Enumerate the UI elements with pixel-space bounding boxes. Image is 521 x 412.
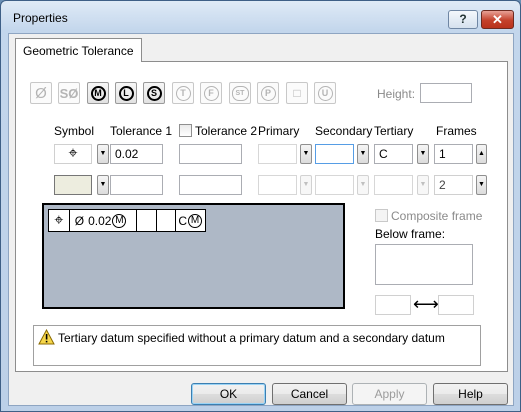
rfs-icon: S [146,85,162,101]
preview-tertiary-mmc-icon: M [188,213,203,228]
tolerance2-checkbox[interactable] [179,124,192,137]
preview-tolerance-value: 0.02 [88,213,112,228]
frames-header: Frames [436,124,477,138]
height-label: Height: [377,87,416,101]
preview-tolerance: Ø 0.02 M [70,210,137,231]
close-button[interactable]: ✕ [481,10,514,29]
cancel-button[interactable]: Cancel [272,383,347,405]
feature-control-frame: ⌖ Ø 0.02 M C M [48,209,206,232]
tertiary-dropdown-row2[interactable]: ▼ [417,175,429,195]
primary-input-row2[interactable] [258,175,297,195]
tertiary-header: Tertiary [374,124,414,138]
position-icon: ⌖ [68,145,78,162]
tolerance1-input-row1[interactable]: 0.02 [110,144,163,164]
lmc-icon: L [118,85,134,101]
tertiary-input-row2[interactable] [374,175,413,195]
secondary-input-row1[interactable] [315,144,354,164]
frames-spin-up-row1[interactable]: ▲ [476,144,487,164]
symbol-header: Symbol [54,124,95,138]
tertiary-input-row1[interactable]: C [374,144,413,164]
preview-secondary [157,210,177,231]
below-frame-label: Below frame: [375,227,446,241]
symbol-dropdown-row1[interactable]: ▼ [97,144,109,164]
composite-frame-checkbox[interactable] [375,209,388,222]
spherical-diameter-button[interactable]: SØ [58,82,80,104]
dialog-body: Geometric Tolerance Ø SØ M L S T F ST P … [8,33,514,406]
frames-input-row1[interactable]: 1 [434,144,473,164]
below-frame-right-field[interactable] [438,295,474,315]
primary-dropdown-row1[interactable]: ▼ [300,144,312,164]
window-title: Properties [13,11,68,25]
preview-symbol: ⌖ [49,210,70,231]
mmc-button[interactable]: M [87,82,109,104]
preview-tertiary: C M [176,210,205,231]
properties-window: Properties ? ✕ Geometric Tolerance Ø SØ … [0,0,521,412]
rfs-button[interactable]: S [143,82,165,104]
primary-header: Primary [258,124,300,138]
projected-icon: P [260,85,276,101]
frames-dropdown-row2[interactable]: ▼ [476,175,487,195]
tolerance2-header: Tolerance 2 [195,124,258,138]
height-input[interactable] [420,83,472,103]
tangent-plane-button[interactable]: T [172,82,194,104]
unilateral-button[interactable]: U [314,82,336,104]
secondary-dropdown-row2[interactable]: ▼ [357,175,369,195]
apply-button[interactable]: Apply [352,383,427,405]
spherical-diameter-icon: SØ [59,85,79,101]
tolerance2-input-row2[interactable] [179,175,242,195]
title-bar[interactable]: Properties ? ✕ [1,1,520,33]
tolerance1-input-row2[interactable] [110,175,163,195]
ok-button[interactable]: OK [191,383,266,405]
mmc-icon: M [90,85,106,101]
warning-icon [38,329,55,345]
lmc-button[interactable]: L [115,82,137,104]
preview-mmc-icon: M [112,213,127,228]
free-state-button[interactable]: F [200,82,222,104]
below-frame-left-field[interactable] [375,295,411,315]
statistical-icon: ST [231,85,249,101]
below-frame-box[interactable] [375,244,473,285]
primary-input-row1[interactable] [258,144,297,164]
projected-button[interactable]: P [257,82,279,104]
frames-input-row2[interactable]: 2 [434,175,473,195]
primary-dropdown-row2[interactable]: ▼ [300,175,312,195]
preview-tertiary-value: C [178,213,188,228]
diameter-button[interactable]: Ø [30,82,52,104]
tangent-plane-icon: T [175,85,191,101]
secondary-input-row2[interactable] [315,175,354,195]
secondary-header: Secondary [315,124,373,138]
unilateral-icon: U [317,85,333,101]
message-box: Tertiary datum specified without a prima… [33,325,481,366]
frame-preview: ⌖ Ø 0.02 M C M [42,203,345,309]
preview-diameter: Ø [74,213,85,228]
tab-geometric-tolerance[interactable]: Geometric Tolerance [15,38,142,62]
tertiary-dropdown-row1[interactable]: ▼ [417,144,429,164]
double-arrow-icon: ⟷ [413,294,439,314]
tolerance2-input-row1[interactable] [179,144,242,164]
position-icon: ⌖ [54,211,64,229]
free-state-icon: F [203,85,219,101]
secondary-dropdown-row1[interactable]: ▼ [357,144,369,164]
tolerance1-header: Tolerance 1 [110,124,173,138]
tab-panel: Ø SØ M L S T F ST P □ U Height: Symbol T… [15,61,508,372]
statistical-button[interactable]: ST [229,82,251,104]
square-button[interactable]: □ [286,82,308,104]
symbol-select-row2[interactable] [54,175,92,195]
preview-primary [137,210,157,231]
composite-frame-label: Composite frame [391,209,483,223]
symbol-dropdown-row2[interactable]: ▼ [97,175,109,195]
help-title-button[interactable]: ? [448,10,478,29]
message-text: Tertiary datum specified without a prima… [58,331,445,345]
diameter-icon: Ø [35,84,47,102]
help-button[interactable]: Help [433,383,508,405]
square-icon: □ [293,86,301,100]
symbol-select-row1[interactable]: ⌖ [54,144,92,164]
